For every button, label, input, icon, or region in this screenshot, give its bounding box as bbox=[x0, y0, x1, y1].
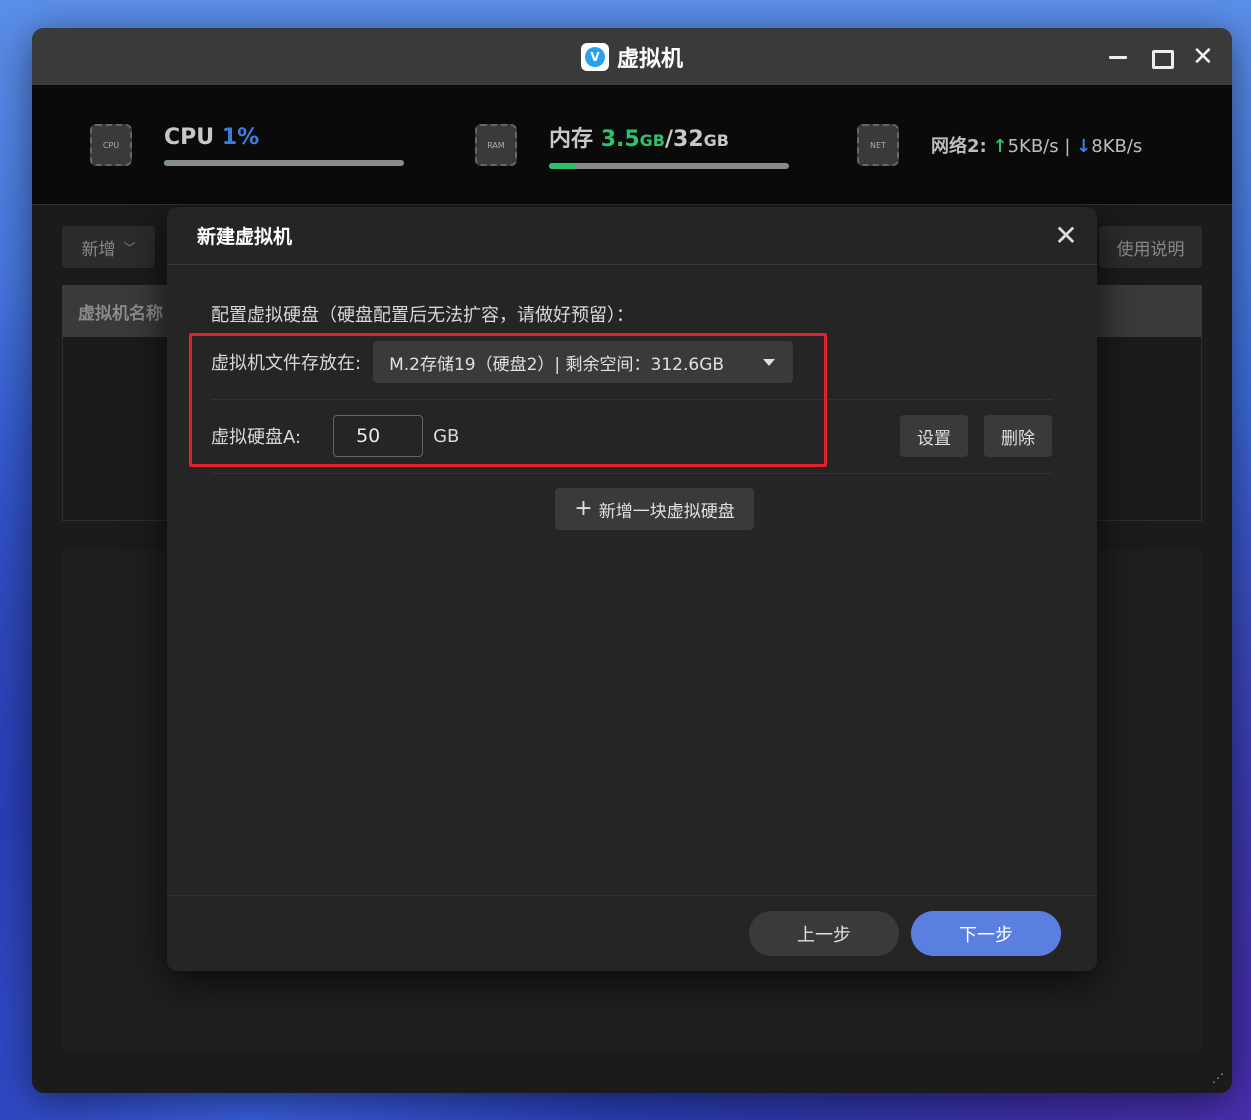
close-window-icon[interactable]: ✕ bbox=[1192, 44, 1214, 70]
network-stat: NET 网络2: ↑5KB/s | ↓8KB/s bbox=[857, 85, 1142, 205]
cpu-usage-bar bbox=[164, 159, 404, 166]
cpu-usage-fill bbox=[164, 159, 167, 166]
add-disk-button[interactable]: + 新增一块虚拟硬盘 bbox=[555, 488, 754, 530]
cpu-stat: CPU CPU 1% bbox=[90, 85, 404, 205]
add-vm-dropdown[interactable]: 新增 ﹀ bbox=[62, 226, 155, 268]
help-button[interactable]: 使用说明 bbox=[1099, 226, 1202, 268]
disk-delete-button[interactable]: 删除 bbox=[984, 415, 1052, 457]
download-speed: 8KB/s bbox=[1091, 136, 1143, 157]
app-logo-letter: V bbox=[584, 46, 605, 67]
storage-select-value: M.2存储19（硬盘2）| 剩余空间：312.6GB bbox=[389, 354, 725, 375]
net-chip-icon: NET bbox=[857, 124, 899, 166]
disk-row: 虚拟硬盘A: GB 设置 删除 bbox=[211, 415, 1053, 457]
memory-stat-body: 内存 3.5GB/32GB bbox=[549, 121, 789, 169]
cpu-label: CPU bbox=[164, 124, 215, 150]
storage-label: 虚拟机文件存放在: bbox=[211, 353, 362, 374]
chevron-down-icon: ﹀ bbox=[123, 240, 136, 255]
memory-usage-bar bbox=[549, 163, 789, 169]
next-step-button[interactable]: 下一步 bbox=[911, 911, 1061, 956]
maximize-icon[interactable] bbox=[1150, 47, 1174, 69]
disk-size-unit: GB bbox=[433, 425, 460, 447]
upload-speed: 5KB/s bbox=[1007, 136, 1059, 157]
dialog-header: 新建虚拟机 ✕ bbox=[167, 207, 1097, 265]
dialog-title: 新建虚拟机 bbox=[197, 226, 293, 248]
storage-select[interactable]: M.2存储19（硬盘2）| 剩余空间：312.6GB bbox=[373, 341, 794, 383]
memory-used-unit: GB bbox=[639, 131, 665, 150]
cpu-value: 1% bbox=[221, 124, 260, 150]
dialog-close-icon[interactable]: ✕ bbox=[1053, 222, 1079, 250]
window-controls: ✕ bbox=[1108, 28, 1214, 85]
window-title: 虚拟机 bbox=[616, 46, 683, 72]
memory-total-unit: GB bbox=[703, 131, 729, 150]
app-logo-icon: V bbox=[580, 42, 609, 71]
ram-chip-icon: RAM bbox=[475, 124, 517, 166]
disk-label: 虚拟硬盘A: bbox=[211, 427, 302, 448]
row-divider-2 bbox=[211, 473, 1053, 474]
network-label: 网络2: bbox=[931, 136, 987, 157]
download-arrow-icon: ↓ bbox=[1076, 136, 1092, 157]
stats-bar: CPU CPU 1% RAM 内存 3.5GB/32GB NET 网络2: ↑5… bbox=[32, 85, 1232, 205]
minimize-icon[interactable] bbox=[1108, 47, 1128, 67]
memory-usage-fill bbox=[549, 163, 576, 169]
prev-step-button[interactable]: 上一步 bbox=[749, 911, 899, 956]
plus-icon: + bbox=[574, 496, 593, 521]
disk-config-heading: 配置虚拟硬盘（硬盘配置后无法扩容，请做好预留）： bbox=[211, 305, 634, 326]
add-disk-label: 新增一块虚拟硬盘 bbox=[598, 501, 735, 522]
col-vm-name: 虚拟机名称 bbox=[78, 303, 163, 324]
disk-settings-button[interactable]: 设置 bbox=[900, 415, 968, 457]
network-separator: | bbox=[1064, 136, 1071, 157]
caret-down-icon bbox=[763, 359, 776, 366]
upload-arrow-icon: ↑ bbox=[992, 136, 1008, 157]
cpu-chip-icon: CPU bbox=[90, 124, 132, 166]
dialog-footer: 上一步 下一步 bbox=[167, 895, 1097, 971]
memory-separator: / bbox=[665, 127, 674, 152]
cpu-label-line: CPU 1% bbox=[164, 125, 404, 150]
row-divider bbox=[211, 399, 1053, 400]
storage-row: 虚拟机文件存放在: M.2存储19（硬盘2）| 剩余空间：312.6GB bbox=[211, 341, 794, 383]
memory-label: 内存 bbox=[549, 127, 594, 152]
titlebar: V 虚拟机 ✕ bbox=[32, 28, 1232, 85]
disk-size-input[interactable] bbox=[333, 415, 424, 457]
network-text: 网络2: ↑5KB/s | ↓8KB/s bbox=[931, 132, 1142, 158]
memory-stat: RAM 内存 3.5GB/32GB bbox=[475, 85, 789, 205]
memory-used: 3.5 bbox=[600, 127, 640, 152]
memory-total: 32 bbox=[673, 127, 704, 152]
memory-label-line: 内存 3.5GB/32GB bbox=[549, 121, 789, 153]
cpu-stat-body: CPU 1% bbox=[164, 125, 404, 166]
resize-grip-icon[interactable]: ⋰ bbox=[1212, 1071, 1224, 1085]
add-vm-label: 新增 bbox=[81, 239, 116, 260]
new-vm-dialog: 新建虚拟机 ✕ 配置虚拟硬盘（硬盘配置后无法扩容，请做好预留）： 虚拟机文件存放… bbox=[167, 207, 1097, 971]
title-wrap: V 虚拟机 bbox=[580, 41, 683, 73]
